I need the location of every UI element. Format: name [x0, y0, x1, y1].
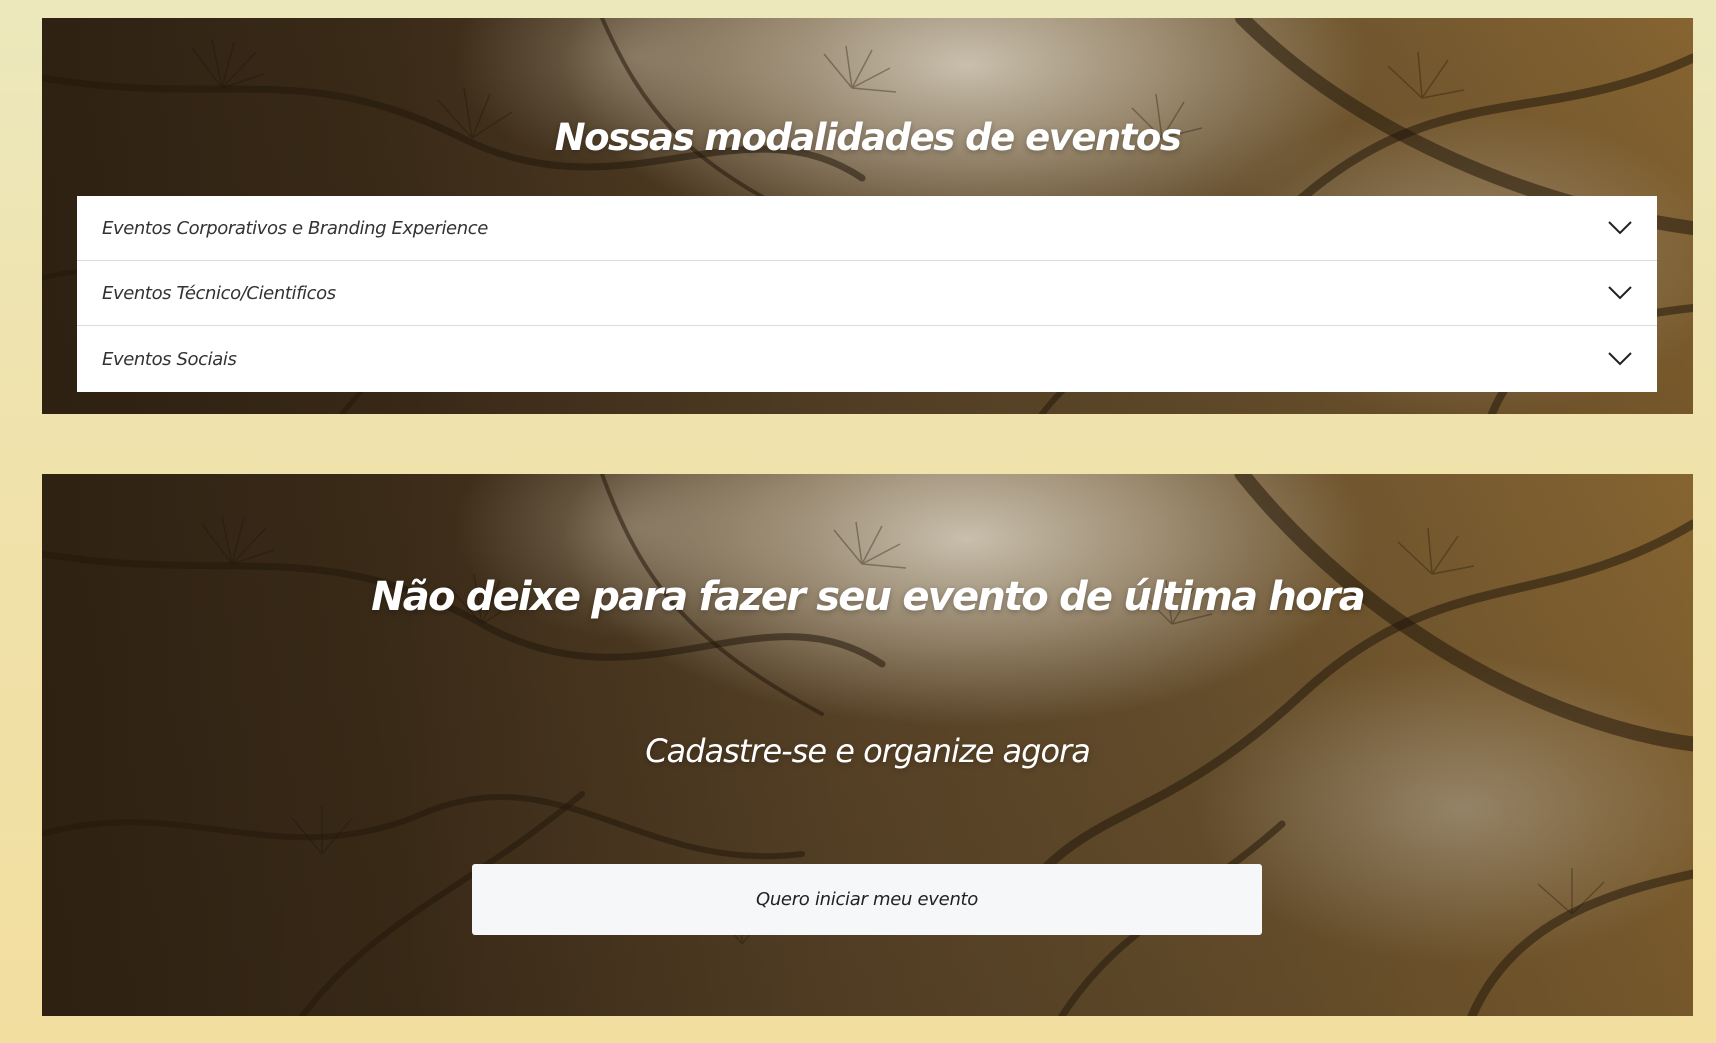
- accordion-item-label: Eventos Sociais: [102, 348, 237, 370]
- accordion-item-corporativos[interactable]: Eventos Corporativos e Branding Experien…: [77, 196, 1657, 261]
- modalities-accordion: Eventos Corporativos e Branding Experien…: [77, 196, 1657, 392]
- accordion-item-sociais[interactable]: Eventos Sociais: [77, 326, 1657, 392]
- start-event-button[interactable]: Quero iniciar meu evento: [472, 864, 1262, 935]
- cta-subtitle: Cadastre-se e organize agora: [645, 732, 1091, 770]
- accordion-item-label: Eventos Técnico/Cientificos: [102, 282, 336, 304]
- chevron-down-icon[interactable]: [1608, 352, 1632, 366]
- cta-title: Não deixe para fazer seu evento de últim…: [371, 574, 1366, 620]
- accordion-item-tecnico-cientificos[interactable]: Eventos Técnico/Cientificos: [77, 261, 1657, 326]
- chevron-down-icon[interactable]: [1608, 286, 1632, 300]
- chevron-down-icon[interactable]: [1608, 221, 1632, 235]
- cta-section: Não deixe para fazer seu evento de últim…: [42, 474, 1693, 1016]
- modalities-section: Nossas modalidades de eventos Eventos Co…: [42, 18, 1693, 414]
- accordion-item-label: Eventos Corporativos e Branding Experien…: [102, 217, 488, 239]
- modalities-title: Nossas modalidades de eventos: [554, 116, 1182, 159]
